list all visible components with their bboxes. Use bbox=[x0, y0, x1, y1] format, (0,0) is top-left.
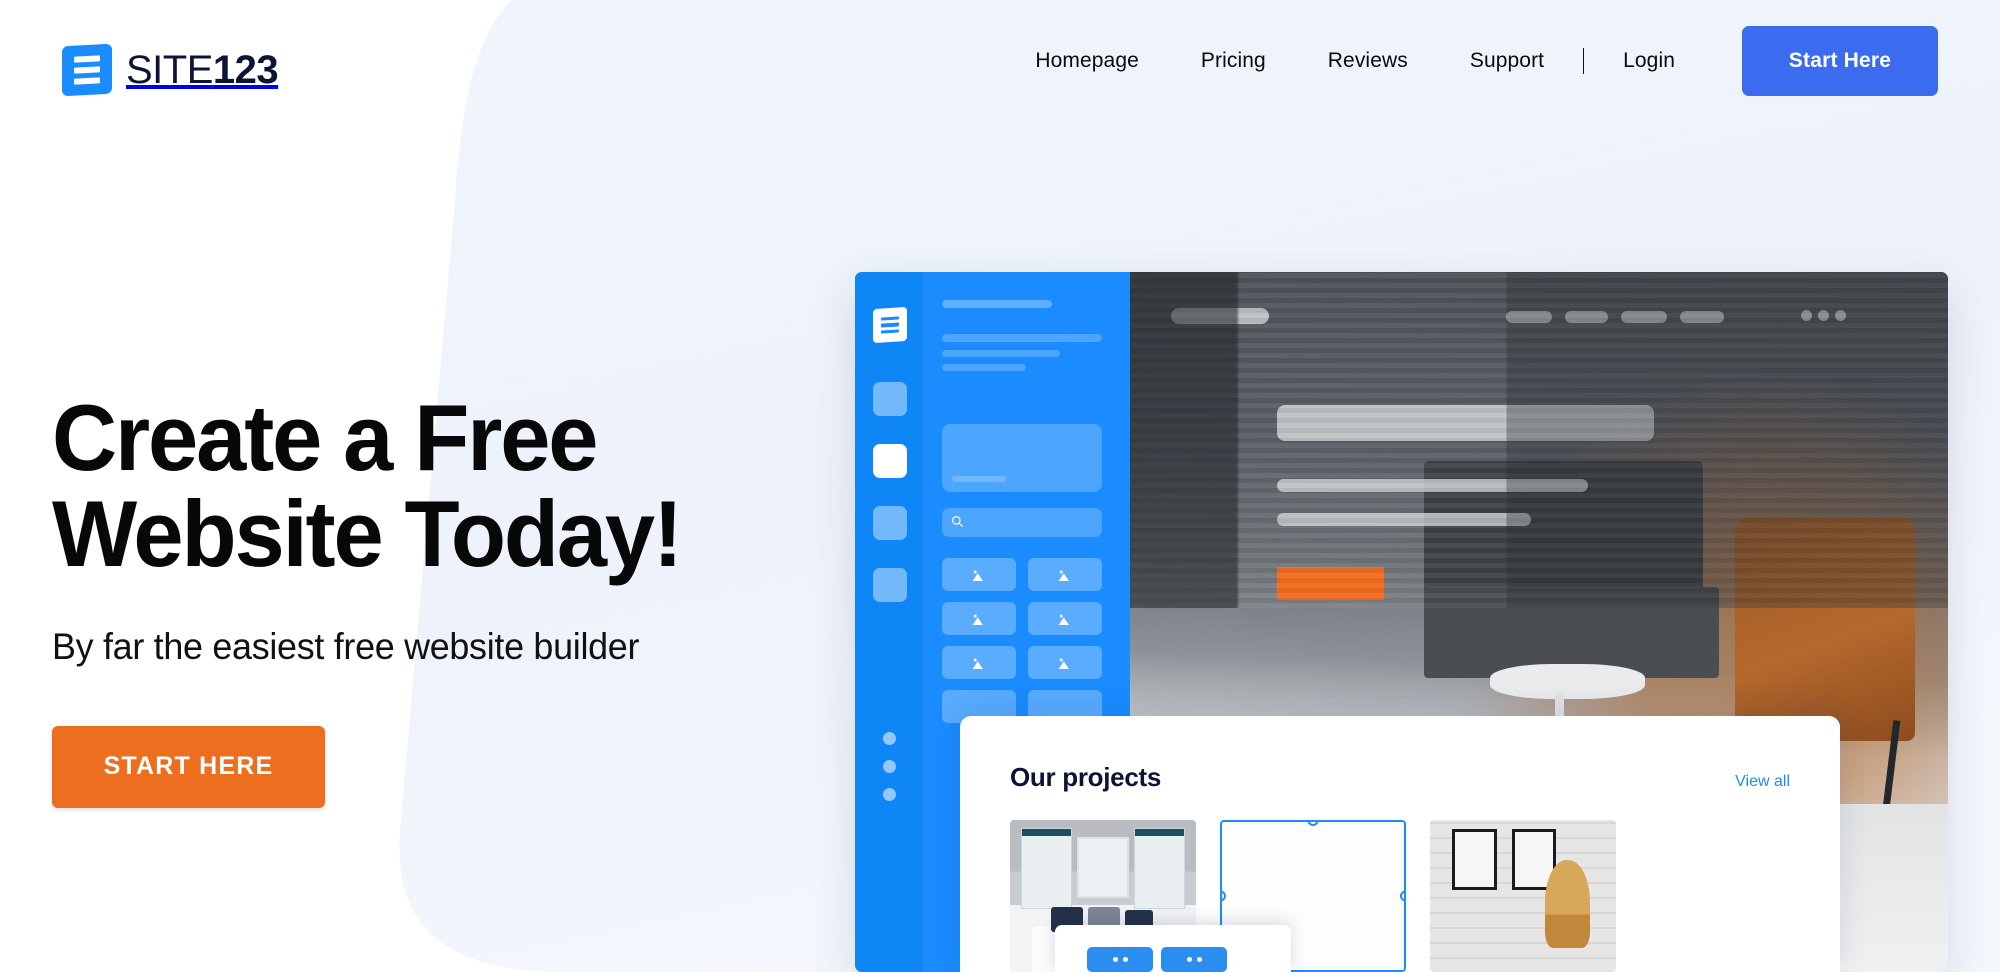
popover-action-2[interactable] bbox=[1161, 947, 1227, 972]
image-placeholder-icon bbox=[972, 658, 983, 669]
brickwall-pampas-grass bbox=[1545, 859, 1590, 948]
bedroom-wall-art bbox=[1076, 836, 1130, 898]
preview-menu-dot-3 bbox=[1835, 309, 1847, 321]
rail-item-4[interactable] bbox=[873, 568, 907, 602]
popover-action-1[interactable] bbox=[1087, 947, 1153, 972]
rail-item-2[interactable] bbox=[873, 444, 907, 478]
hero-headline: Create a Free Website Today! bbox=[52, 385, 683, 586]
image-placeholder-icon bbox=[1058, 658, 1069, 669]
panel-text-line-3 bbox=[942, 364, 1026, 371]
media-tile-3[interactable] bbox=[942, 602, 1016, 635]
logo-word-123: 123 bbox=[212, 47, 279, 92]
preview-nav-pill-2[interactable] bbox=[1565, 311, 1608, 324]
preview-hero-text-line-2 bbox=[1277, 512, 1531, 527]
preview-nav-pill-4[interactable] bbox=[1679, 311, 1724, 324]
site-header: SITE123 Homepage Pricing Reviews Support… bbox=[0, 0, 2000, 120]
panel-preview-card[interactable] bbox=[942, 424, 1102, 492]
image-placeholder-icon bbox=[972, 614, 983, 625]
site-logo[interactable]: SITE123 bbox=[62, 43, 279, 97]
nav-link-pricing[interactable]: Pricing bbox=[1170, 49, 1297, 73]
nav-link-homepage[interactable]: Homepage bbox=[1004, 49, 1170, 73]
selection-handle-top[interactable] bbox=[1307, 822, 1319, 826]
panel-card-label bbox=[952, 476, 1006, 482]
photo-coffee-table-top bbox=[1489, 664, 1646, 699]
panel-text-line-2 bbox=[942, 350, 1060, 357]
our-projects-title: Our projects bbox=[1010, 762, 1161, 792]
image-placeholder-icon bbox=[1058, 570, 1069, 581]
start-here-header-button[interactable]: Start Here bbox=[1742, 26, 1938, 96]
search-input[interactable] bbox=[942, 508, 1102, 537]
nav-link-reviews[interactable]: Reviews bbox=[1297, 49, 1439, 73]
nav-divider bbox=[1583, 48, 1585, 74]
our-projects-header: Our projects View all bbox=[1010, 762, 1790, 793]
logo-word-site: SITE bbox=[126, 47, 213, 92]
preview-nav-pill-3[interactable] bbox=[1620, 311, 1667, 324]
panel-heading-placeholder bbox=[942, 300, 1052, 308]
primary-navigation: Homepage Pricing Reviews Support Login S… bbox=[1004, 26, 1938, 96]
mockup-sidebar-rail bbox=[855, 272, 923, 972]
rail-dot-1 bbox=[883, 732, 896, 745]
media-tile-6[interactable] bbox=[1028, 646, 1102, 679]
hero-subheadline: By far the easiest free website builder bbox=[52, 625, 640, 667]
image-placeholder-icon bbox=[972, 570, 983, 581]
preview-hero-text-line-1 bbox=[1277, 478, 1589, 492]
preview-menu-dot-1 bbox=[1800, 309, 1812, 321]
image-placeholder-icon bbox=[1058, 614, 1069, 625]
hero-section: Create a Free Website Today! By far the … bbox=[52, 390, 707, 808]
selection-handle-right[interactable] bbox=[1400, 890, 1404, 902]
preview-menu-dot-2 bbox=[1817, 309, 1829, 321]
project-action-popover bbox=[1055, 925, 1291, 972]
preview-nav-pill-1[interactable] bbox=[1506, 311, 1553, 324]
rail-dot-2 bbox=[883, 760, 896, 773]
media-tile-5[interactable] bbox=[942, 646, 1016, 679]
preview-topbar-logo-placeholder bbox=[1170, 308, 1270, 325]
nav-link-support[interactable]: Support bbox=[1439, 49, 1575, 73]
search-icon bbox=[952, 516, 963, 527]
site123-mark-icon bbox=[873, 306, 907, 344]
rail-dot-3 bbox=[883, 788, 896, 801]
preview-hero-title-placeholder bbox=[1277, 405, 1654, 442]
start-here-cta-button[interactable]: START HERE bbox=[52, 725, 325, 808]
view-all-link[interactable]: View all bbox=[1735, 773, 1790, 791]
media-tile-1[interactable] bbox=[942, 558, 1016, 591]
preview-hero-cta-button[interactable] bbox=[1277, 567, 1384, 600]
photo-armchair bbox=[1735, 517, 1916, 741]
project-thumb-brick-wall[interactable] bbox=[1430, 820, 1616, 972]
rail-item-3[interactable] bbox=[873, 506, 907, 540]
selection-handle-left[interactable] bbox=[1222, 890, 1226, 902]
brickwall-frame-1 bbox=[1452, 829, 1497, 890]
logo-wordmark: SITE123 bbox=[126, 47, 279, 93]
nav-link-login[interactable]: Login bbox=[1592, 49, 1706, 73]
media-tile-4[interactable] bbox=[1028, 602, 1102, 635]
rail-item-1[interactable] bbox=[873, 382, 907, 416]
media-tile-2[interactable] bbox=[1028, 558, 1102, 591]
panel-text-line-1 bbox=[942, 334, 1102, 342]
photo-sofa bbox=[1424, 461, 1703, 615]
site123-logo-icon bbox=[62, 43, 112, 97]
